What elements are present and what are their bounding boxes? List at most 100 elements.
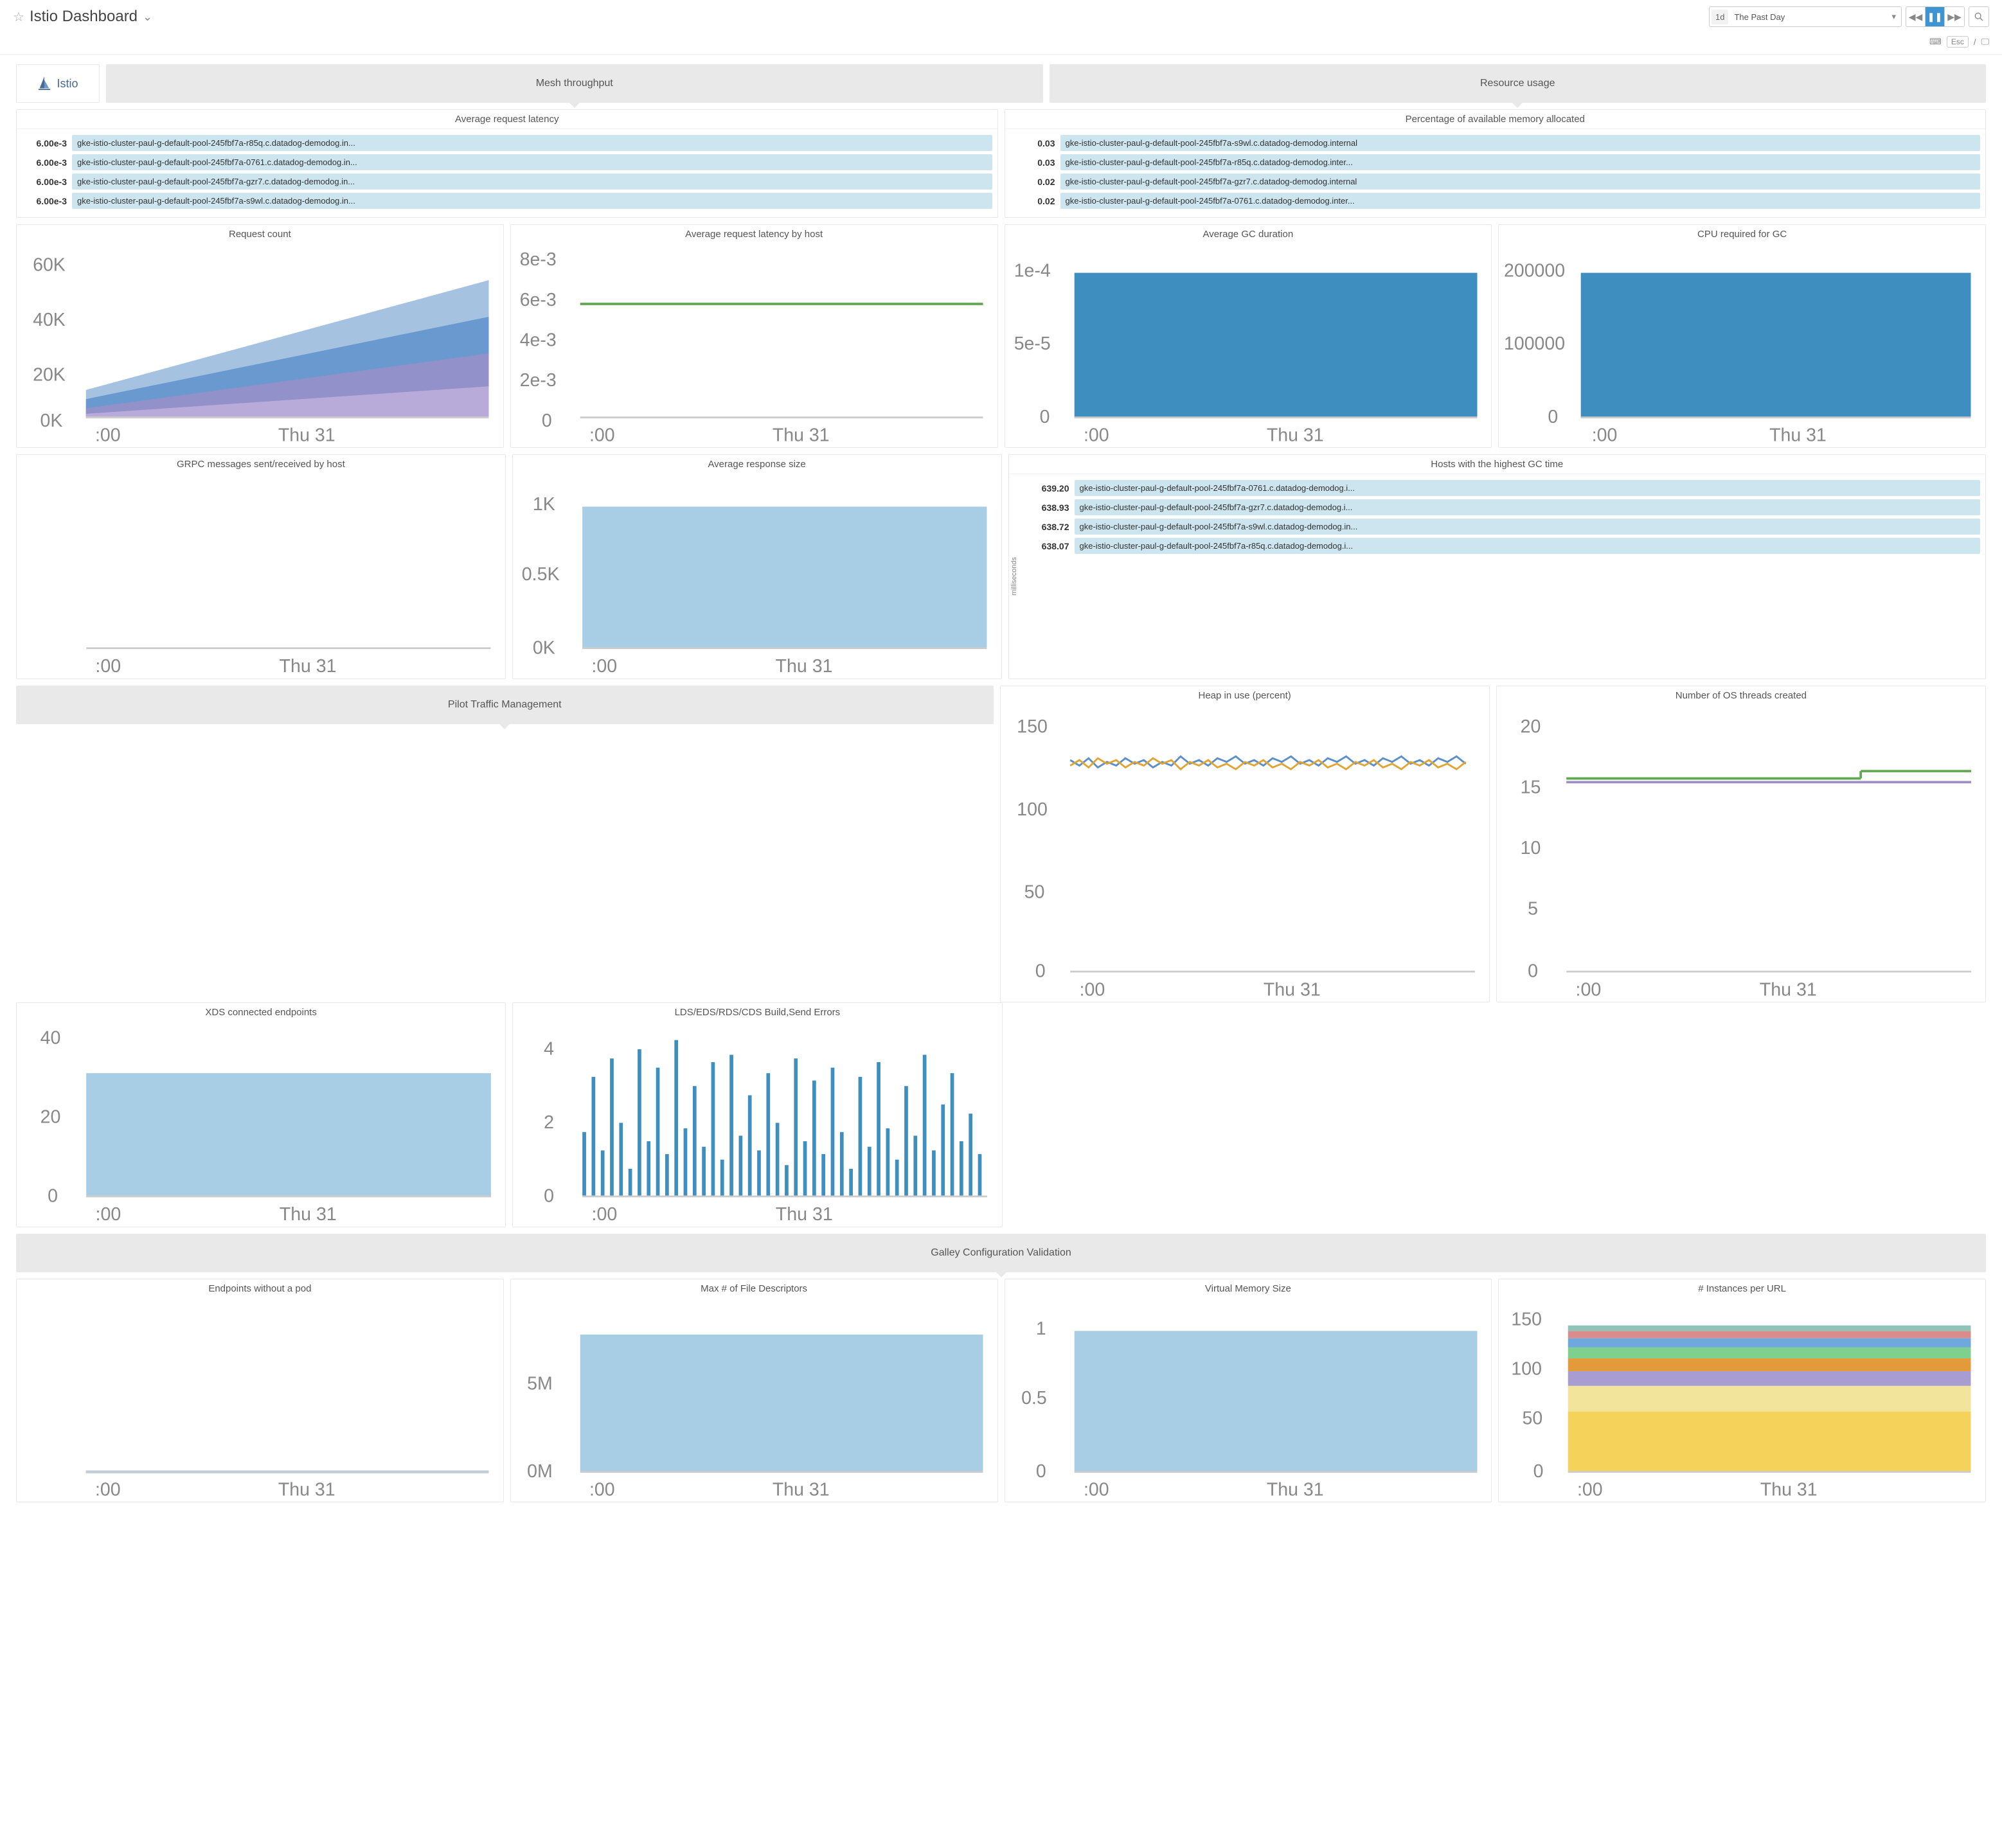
svg-text:150: 150 (1017, 716, 1048, 737)
chart-xds-endpoints[interactable]: XDS connected endpoints 40200 :00Thu 31 (16, 1002, 506, 1227)
forward-button[interactable]: ▶▶ (1945, 7, 1964, 26)
chart-os-threads[interactable]: Number of OS threads created 20151050 :0… (1496, 686, 1986, 1002)
time-range-label: The Past Day (1730, 12, 1886, 22)
page-title: Istio Dashboard (30, 8, 138, 26)
esc-key-hint: Esc (1947, 36, 1969, 48)
chart-title: LDS/EDS/RDS/CDS Build,Send Errors (513, 1003, 1001, 1022)
chart-title: Heap in use (percent) (1001, 686, 1489, 705)
list-item[interactable]: 639.20gke-istio-cluster-paul-g-default-p… (1024, 480, 1981, 496)
list-item[interactable]: 0.03gke-istio-cluster-paul-g-default-poo… (1010, 135, 1981, 151)
svg-text:2: 2 (544, 1112, 554, 1133)
list-item[interactable]: 6.00e-3gke-istio-cluster-paul-g-default-… (22, 154, 992, 170)
divider: / (1974, 37, 1976, 47)
svg-text::00: :00 (96, 1204, 121, 1224)
list-item[interactable]: 6.00e-3gke-istio-cluster-paul-g-default-… (22, 193, 992, 209)
list-item[interactable]: 0.02gke-istio-cluster-paul-g-default-poo… (1010, 193, 1981, 209)
svg-text::00: :00 (95, 1480, 121, 1500)
chart-avg-latency-by-host[interactable]: Average request latency by host 8e-36e-3… (510, 224, 998, 448)
chart-title: Request count (17, 225, 503, 244)
chart-max-fd[interactable]: Max # of File Descriptors 5M0M :00Thu 31 (510, 1279, 998, 1502)
svg-text::00: :00 (95, 656, 121, 676)
list-item[interactable]: 638.07gke-istio-cluster-paul-g-default-p… (1024, 538, 1981, 554)
chart-cpu-for-gc[interactable]: CPU required for GC 2000001000000 :00Thu… (1498, 224, 1986, 448)
toplist-title: Hosts with the highest GC time (1009, 455, 1986, 474)
chart-avg-gc-duration[interactable]: Average GC duration 1e-45e-50 :00Thu 31 (1005, 224, 1492, 448)
svg-text:1e-4: 1e-4 (1014, 260, 1050, 281)
chart-title: Average response size (513, 455, 1001, 474)
istio-logo-icon (37, 75, 51, 92)
svg-text:Thu 31: Thu 31 (773, 1480, 830, 1500)
star-icon[interactable]: ☆ (13, 9, 24, 25)
svg-text:5M: 5M (527, 1373, 553, 1394)
list-item[interactable]: 0.02gke-istio-cluster-paul-g-default-poo… (1010, 173, 1981, 190)
heading-galley: Galley Configuration Validation (16, 1234, 1986, 1272)
chart-instances-per-url[interactable]: # Instances per URL 150100500 :00Thu 31 (1498, 1279, 1986, 1502)
svg-text:Thu 31: Thu 31 (1769, 425, 1827, 445)
list-item[interactable]: 638.72gke-istio-cluster-paul-g-default-p… (1024, 519, 1981, 535)
list-item[interactable]: 6.00e-3gke-istio-cluster-paul-g-default-… (22, 173, 992, 190)
svg-text:0: 0 (1035, 1461, 1046, 1482)
svg-text:20: 20 (1520, 716, 1541, 737)
svg-text:Thu 31: Thu 31 (775, 656, 832, 676)
chart-canvas: :00Thu 31 (22, 1298, 498, 1499)
svg-text:0: 0 (1533, 1461, 1544, 1482)
chart-canvas: 60K40K20K0K :00Thu 31 (22, 244, 498, 445)
chart-endpoints-no-pod[interactable]: Endpoints without a pod :00Thu 31 (16, 1279, 504, 1502)
chart-title: # Instances per URL (1499, 1279, 1985, 1298)
svg-text::00: :00 (95, 425, 121, 445)
header-right: 1d The Past Day ▾ ◀◀ ❚❚ ▶▶ (1709, 6, 1989, 27)
svg-text:0: 0 (1035, 961, 1045, 982)
chart-canvas: :00Thu 31 (22, 474, 500, 676)
svg-text::00: :00 (589, 1480, 615, 1500)
header-left: ☆ Istio Dashboard ⌄ (13, 8, 152, 26)
chart-canvas: 40200 :00Thu 31 (22, 1022, 500, 1224)
toplist-body: 0.03gke-istio-cluster-paul-g-default-poo… (1005, 129, 1986, 217)
svg-text::00: :00 (1592, 425, 1618, 445)
toplist-body: 639.20gke-istio-cluster-paul-g-default-p… (1019, 474, 1986, 679)
chart-title: Virtual Memory Size (1005, 1279, 1492, 1298)
chart-lds-errors[interactable]: LDS/EDS/RDS/CDS Build,Send Errors 420 :0… (512, 1002, 1002, 1227)
list-item[interactable]: 638.93gke-istio-cluster-paul-g-default-p… (1024, 499, 1981, 515)
svg-text:15: 15 (1520, 777, 1541, 797)
playback-controls: ◀◀ ❚❚ ▶▶ (1906, 6, 1965, 27)
chart-grpc-messages[interactable]: GRPC messages sent/received by host :00T… (16, 454, 506, 679)
rewind-button[interactable]: ◀◀ (1906, 7, 1926, 26)
svg-text:4e-3: 4e-3 (519, 330, 556, 351)
chevron-down-icon[interactable]: ⌄ (143, 10, 152, 24)
search-button[interactable] (1969, 6, 1989, 27)
svg-text:0: 0 (1039, 407, 1050, 427)
toplist-unit: milliseconds (1009, 557, 1019, 596)
svg-text::00: :00 (1083, 1480, 1109, 1500)
keyboard-icon[interactable]: ⌨ (1929, 37, 1942, 47)
svg-text:1: 1 (1035, 1319, 1046, 1339)
svg-text:0: 0 (48, 1186, 58, 1207)
chart-heap-in-use[interactable]: Heap in use (percent) 150100500 :00Thu 3… (1000, 686, 1490, 1002)
pause-button[interactable]: ❚❚ (1926, 7, 1945, 26)
svg-text::00: :00 (589, 425, 615, 445)
svg-text:2e-3: 2e-3 (519, 370, 556, 391)
toplist-memory-allocated: Percentage of available memory allocated… (1005, 109, 1987, 218)
istio-label: Istio (57, 77, 78, 91)
chart-canvas: 1K0.5K0K :00Thu 31 (518, 474, 996, 676)
header: ☆ Istio Dashboard ⌄ 1d The Past Day ▾ ◀◀… (0, 0, 2002, 33)
chart-title: Max # of File Descriptors (511, 1279, 997, 1298)
list-item[interactable]: 0.03gke-istio-cluster-paul-g-default-poo… (1010, 154, 1981, 170)
chart-virtual-memory[interactable]: Virtual Memory Size 10.50 :00Thu 31 (1005, 1279, 1492, 1502)
chart-title: Average request latency by host (511, 225, 997, 244)
list-item[interactable]: 6.00e-3gke-istio-cluster-paul-g-default-… (22, 135, 992, 151)
svg-text:Thu 31: Thu 31 (1266, 1480, 1323, 1500)
chart-canvas: 420 :00Thu 31 (518, 1022, 996, 1224)
svg-text:50: 50 (1523, 1408, 1543, 1429)
chart-title: GRPC messages sent/received by host (17, 455, 505, 474)
chart-canvas: 1e-45e-50 :00Thu 31 (1010, 244, 1487, 445)
toplist-title: Percentage of available memory allocated (1005, 110, 1986, 129)
time-range-picker[interactable]: 1d The Past Day ▾ (1709, 6, 1902, 27)
monitor-icon[interactable]: 🖵 (1981, 37, 1989, 47)
svg-text:Thu 31: Thu 31 (773, 425, 830, 445)
svg-text:100: 100 (1017, 799, 1048, 820)
chart-request-count[interactable]: Request count 60K40K20K0K :00Thu 31 (16, 224, 504, 448)
svg-text:100000: 100000 (1504, 333, 1565, 354)
subbar: ⌨ Esc / 🖵 (0, 33, 2002, 55)
chart-avg-response-size[interactable]: Average response size 1K0.5K0K :00Thu 31 (512, 454, 1002, 679)
chevron-down-icon: ▾ (1886, 12, 1901, 22)
